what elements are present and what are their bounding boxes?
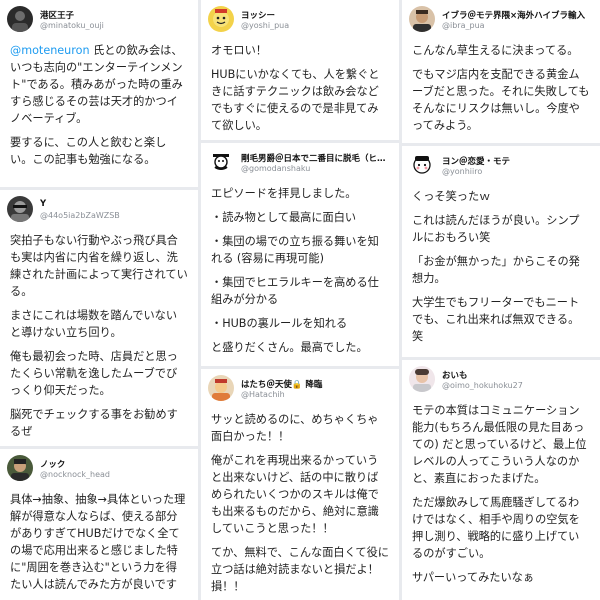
- user-handle[interactable]: @gomodanshaku: [241, 164, 395, 173]
- paragraph: 脳死でチェックする事をお勧めするぜ: [10, 408, 178, 438]
- mention-link[interactable]: @moteneuron: [10, 44, 90, 57]
- review-text: こんなん草生えるに決まってる。 でもマジ店内を支配できる黄金ムーブだと思った。そ…: [402, 38, 600, 134]
- card-header: ヨッシー @yoshi_pua: [201, 0, 399, 38]
- paragraph: こんなん草生えるに決まってる。: [412, 44, 579, 57]
- avatar[interactable]: [208, 375, 234, 401]
- user-handle[interactable]: @oimo_hokuhoku27: [442, 381, 596, 390]
- review-text: くっそ笑ったｗ これは読んだほうが良い。シンプルにおもろい笑 「お金が無かった」…: [402, 184, 600, 345]
- user-handle[interactable]: @yonhiiro: [442, 167, 596, 176]
- paragraph: ・集団でヒエラルキーを高める仕組みが分かる: [211, 276, 379, 306]
- avatar[interactable]: [208, 6, 234, 32]
- card-header: おいも @oimo_hokuhoku27: [402, 360, 600, 398]
- review-card[interactable]: Y @44o5ia2bZaWZSB 突拍子もない行動やぶっ飛び具合も実は内省に内…: [0, 190, 198, 446]
- avatar[interactable]: [409, 6, 435, 32]
- card-header: はたち＠天使🔒 降臨 @Hatachih: [201, 369, 399, 407]
- user-name[interactable]: イブラ＠モテ界隈×海外ハイブラ輸入: [442, 9, 596, 21]
- user-name[interactable]: ヨン＠恋愛・モテ: [442, 155, 596, 167]
- review-text: 具体→抽象、抽象→具体といった理解が得意な人ならば、使える部分がありすぎてHUB…: [0, 487, 198, 593]
- avatar[interactable]: [7, 196, 33, 222]
- review-text: @moteneuron 氏との飲み会は、いつも志向の"エンターテインメント"であ…: [0, 38, 198, 168]
- paragraph: でもマジ店内を支配できる黄金ムーブだと思った。それに失敗してもそんなにリスクは無…: [412, 68, 590, 132]
- column-2: ヨッシー @yoshi_pua オモロい！ HUBにいかなくても、人を繋ぐときに…: [201, 0, 399, 600]
- review-grid: 港区王子 @minatoku_ouji @moteneuron 氏との飲み会は、…: [0, 0, 600, 600]
- paragraph: オモロい！: [211, 44, 267, 57]
- user-handle[interactable]: @44o5ia2bZaWZSB: [40, 211, 194, 220]
- review-card[interactable]: おいも @oimo_hokuhoku27 モテの本質はコミュニケーション能力(も…: [402, 360, 600, 600]
- card-header: Y @44o5ia2bZaWZSB: [0, 190, 198, 228]
- card-header: イブラ＠モテ界隈×海外ハイブラ輸入 @ibra_pua: [402, 0, 600, 38]
- paragraph: モテの本質はコミュニケーション能力(もちろん最低限の見た目あっての) だと思って…: [412, 404, 587, 485]
- user-name[interactable]: Y: [40, 199, 194, 209]
- review-card[interactable]: はたち＠天使🔒 降臨 @Hatachih サッと読めるのに、めちゃくちゃ面白かっ…: [201, 369, 399, 600]
- paragraph: 具体→抽象、抽象→具体といった理解が得意な人ならば、使える部分がありすぎてHUB…: [10, 493, 186, 591]
- paragraph: 要するに、この人と飲むと楽しい。この記事も勉強になる。: [10, 136, 167, 166]
- card-header: ヨン＠恋愛・モテ @yonhiiro: [402, 146, 600, 184]
- paragraph: ただ爆飲みして馬鹿騒ぎしてるわけではなく、相手や周りの空気を押し測り、戦略的に盛…: [412, 496, 580, 560]
- paragraph: くっそ笑ったｗ: [412, 190, 491, 203]
- paragraph: てか、無料で、こんな面白くて役に立つ話は絶対読まないと損だよ！損！！: [211, 546, 389, 593]
- review-card[interactable]: ノック @nocknock_head 具体→抽象、抽象→具体といった理解が得意な…: [0, 449, 198, 600]
- review-text: 突拍子もない行動やぶっ飛び具合も実は内省に内省を繰り返し、洗練された計画によって…: [0, 228, 198, 440]
- user-name[interactable]: ノック: [40, 458, 194, 470]
- paragraph: ・HUBの裏ルールを知れる: [211, 317, 348, 330]
- user-name[interactable]: おいも: [442, 369, 596, 381]
- paragraph: エピソードを拝見しました。: [211, 187, 357, 200]
- user-name[interactable]: はたち＠天使🔒 降臨: [241, 378, 395, 390]
- user-name[interactable]: 剛毛男爵＠日本で二番目に脱毛（ヒ…: [241, 152, 395, 164]
- review-card[interactable]: ヨン＠恋愛・モテ @yonhiiro くっそ笑ったｗ これは読んだほうが良い。シ…: [402, 146, 600, 357]
- user-handle[interactable]: @yoshi_pua: [241, 21, 395, 30]
- paragraph: サパーいってみたいなぁ: [412, 571, 535, 584]
- user-name[interactable]: ヨッシー: [241, 9, 395, 21]
- paragraph: ・集団の場での立ち振る舞いを知れる (容易に再現可能): [211, 235, 379, 265]
- paragraph: 俺も最初会った時、店員だと思ったくらい常軌を逸したムーブでびっくり仰天だった。: [10, 350, 178, 397]
- paragraph: これは読んだほうが良い。シンプルにおもろい笑: [412, 214, 580, 244]
- card-header: ノック @nocknock_head: [0, 449, 198, 487]
- user-handle[interactable]: @minatoku_ouji: [40, 21, 194, 30]
- avatar[interactable]: [409, 152, 435, 178]
- user-name[interactable]: 港区王子: [40, 9, 194, 21]
- paragraph: @moteneuron 氏との飲み会は、いつも志向の"エンターテインメント"であ…: [10, 42, 188, 127]
- paragraph: と盛りだくさん。最高でした。: [211, 341, 368, 354]
- avatar[interactable]: [409, 366, 435, 392]
- card-header: 港区王子 @minatoku_ouji: [0, 0, 198, 38]
- paragraph: ・読み物として最高に面白い: [211, 211, 357, 224]
- card-header: 剛毛男爵＠日本で二番目に脱毛（ヒ… @gomodanshaku: [201, 143, 399, 181]
- avatar[interactable]: [7, 6, 33, 32]
- user-handle[interactable]: @nocknock_head: [40, 470, 194, 479]
- user-handle[interactable]: @Hatachih: [241, 390, 395, 399]
- avatar[interactable]: [208, 149, 234, 175]
- paragraph: 「お金が無かった」からこその発想力。: [412, 255, 580, 285]
- review-card[interactable]: イブラ＠モテ界隈×海外ハイブラ輸入 @ibra_pua こんなん草生えるに決まっ…: [402, 0, 600, 143]
- review-card[interactable]: 剛毛男爵＠日本で二番目に脱毛（ヒ… @gomodanshaku エピソードを拝見…: [201, 143, 399, 366]
- paragraph: まさにこれは場数を踏んでいないと導けない立ち回り。: [10, 309, 178, 339]
- paragraph: 俺がこれを再現出来るかっていうと出来ないけど、話の中に散りばめられたいくつかのス…: [211, 454, 379, 535]
- paragraph: 大学生でもフリーターでもニートでも、これ出来れば無双できる。笑: [412, 296, 580, 343]
- review-text: エピソードを拝見しました。 ・読み物として最高に面白い ・集団の場での立ち振る舞…: [201, 181, 399, 356]
- review-text: モテの本質はコミュニケーション能力(もちろん最低限の見た目あっての) だと思って…: [402, 398, 600, 586]
- review-card[interactable]: 港区王子 @minatoku_ouji @moteneuron 氏との飲み会は、…: [0, 0, 198, 187]
- paragraph: サッと読めるのに、めちゃくちゃ面白かった！！: [211, 413, 379, 443]
- avatar[interactable]: [7, 455, 33, 481]
- review-text: サッと読めるのに、めちゃくちゃ面白かった！！ 俺がこれを再現出来るかっていうと出…: [201, 407, 399, 595]
- review-text: オモロい！ HUBにいかなくても、人を繋ぐときに話すテクニックは飲み会などでもす…: [201, 38, 399, 134]
- review-card[interactable]: ヨッシー @yoshi_pua オモロい！ HUBにいかなくても、人を繋ぐときに…: [201, 0, 399, 140]
- paragraph: HUBにいかなくても、人を繋ぐときに話すテクニックは飲み会などでもすぐに使えるの…: [211, 68, 380, 132]
- user-handle[interactable]: @ibra_pua: [442, 21, 596, 30]
- column-1: 港区王子 @minatoku_ouji @moteneuron 氏との飲み会は、…: [0, 0, 198, 600]
- column-3: イブラ＠モテ界隈×海外ハイブラ輸入 @ibra_pua こんなん草生えるに決まっ…: [402, 0, 600, 600]
- paragraph: 突拍子もない行動やぶっ飛び具合も実は内省に内省を繰り返し、洗練された計画によって…: [10, 234, 188, 298]
